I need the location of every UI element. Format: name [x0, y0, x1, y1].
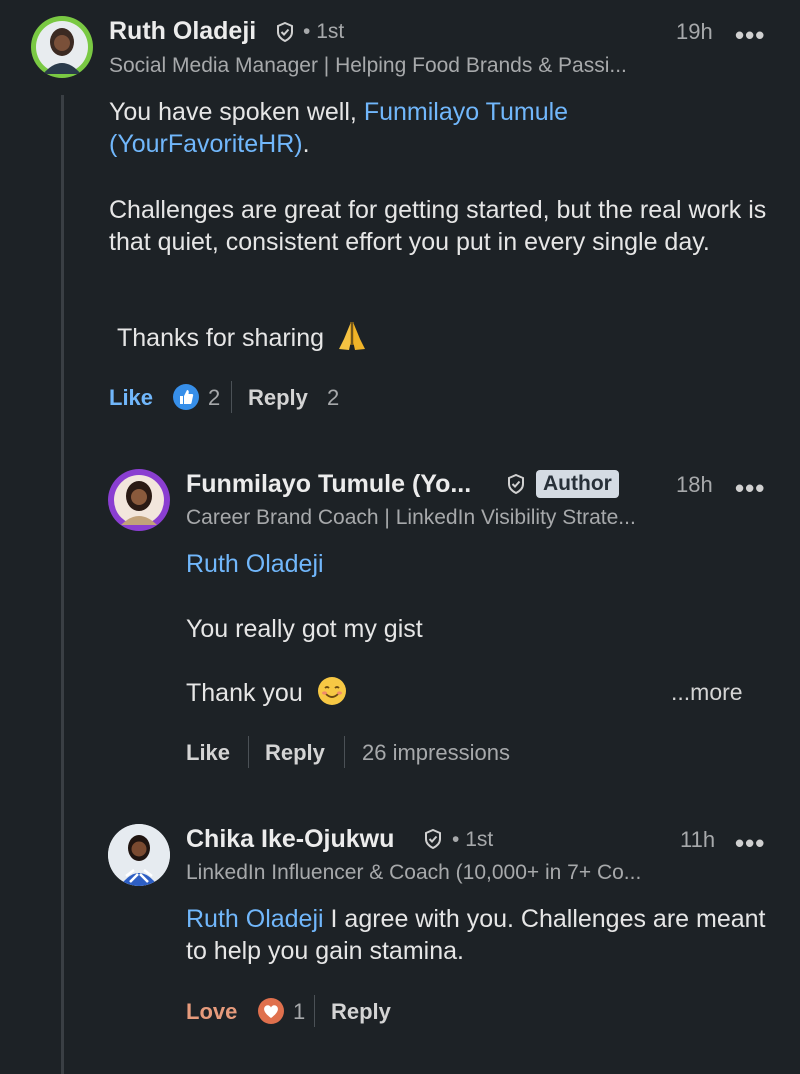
- reply-button[interactable]: Reply: [248, 385, 308, 411]
- connection-degree: • 1st: [303, 20, 345, 43]
- divider: [344, 736, 345, 768]
- love-button[interactable]: Love: [186, 999, 237, 1025]
- person-avatar-icon: [36, 21, 88, 74]
- comment-time: 19h: [676, 19, 713, 44]
- thread-line: [61, 95, 64, 1074]
- verified-shield-icon: [508, 474, 524, 494]
- author-headline: Social Media Manager | Helping Food Bran…: [109, 54, 627, 77]
- comment-paragraph: You really got my gist: [186, 615, 423, 643]
- connection-degree: • 1st: [452, 828, 494, 851]
- avatar[interactable]: [108, 469, 170, 531]
- person-avatar-icon: [114, 475, 164, 525]
- comment-time: 11h: [680, 827, 716, 852]
- comment-text: You have spoken well, Funmilayo Tumule (…: [109, 98, 569, 158]
- more-options-icon[interactable]: •••: [735, 830, 765, 856]
- author-name[interactable]: Funmilayo Tumule (Yo...: [186, 470, 471, 499]
- folded-hands-icon: [339, 322, 365, 351]
- comment-paragraph: Thank you: [186, 677, 348, 709]
- impressions-count[interactable]: 26 impressions: [362, 740, 510, 766]
- like-button[interactable]: Like: [109, 385, 153, 411]
- reply-button[interactable]: Reply: [331, 999, 391, 1025]
- see-more-link[interactable]: ...more: [671, 679, 743, 706]
- heart-icon: [258, 998, 284, 1024]
- more-options-icon[interactable]: •••: [735, 475, 765, 501]
- comment-paragraph: Challenges are great for getting started…: [109, 196, 767, 256]
- author-name[interactable]: Chika Ike-Ojukwu: [186, 825, 394, 854]
- verified-shield-icon: [425, 829, 441, 849]
- comment-time: 18h: [676, 472, 713, 497]
- like-button[interactable]: Like: [186, 740, 230, 766]
- verified-shield-icon: [277, 22, 293, 42]
- mention-link[interactable]: Ruth Oladeji: [186, 550, 324, 578]
- mention-link[interactable]: Ruth Oladeji: [186, 905, 324, 933]
- author-headline: Career Brand Coach | LinkedIn Visibility…: [186, 506, 636, 529]
- comment-paragraph: Thanks for sharing: [117, 322, 369, 354]
- author-badge: Author: [536, 470, 619, 498]
- author-name[interactable]: Ruth Oladeji: [109, 17, 256, 46]
- divider: [248, 736, 249, 768]
- avatar[interactable]: [31, 16, 93, 78]
- author-headline: LinkedIn Influencer & Coach (10,000+ in …: [186, 861, 642, 884]
- reaction-count[interactable]: 1: [293, 999, 305, 1025]
- person-avatar-icon: [108, 824, 170, 886]
- divider: [231, 381, 232, 413]
- avatar[interactable]: [108, 824, 170, 886]
- thumbs-up-icon: [173, 384, 199, 410]
- comment-text: Ruth Oladeji: [186, 548, 324, 580]
- comment-text: Ruth Oladeji I agree with you. Challenge…: [186, 905, 766, 965]
- more-options-icon[interactable]: •••: [735, 22, 765, 48]
- reaction-count[interactable]: 2: [208, 385, 220, 411]
- reply-button[interactable]: Reply: [265, 740, 325, 766]
- smiling-face-icon: [317, 677, 346, 706]
- divider: [314, 995, 315, 1027]
- reply-count[interactable]: 2: [327, 385, 339, 411]
